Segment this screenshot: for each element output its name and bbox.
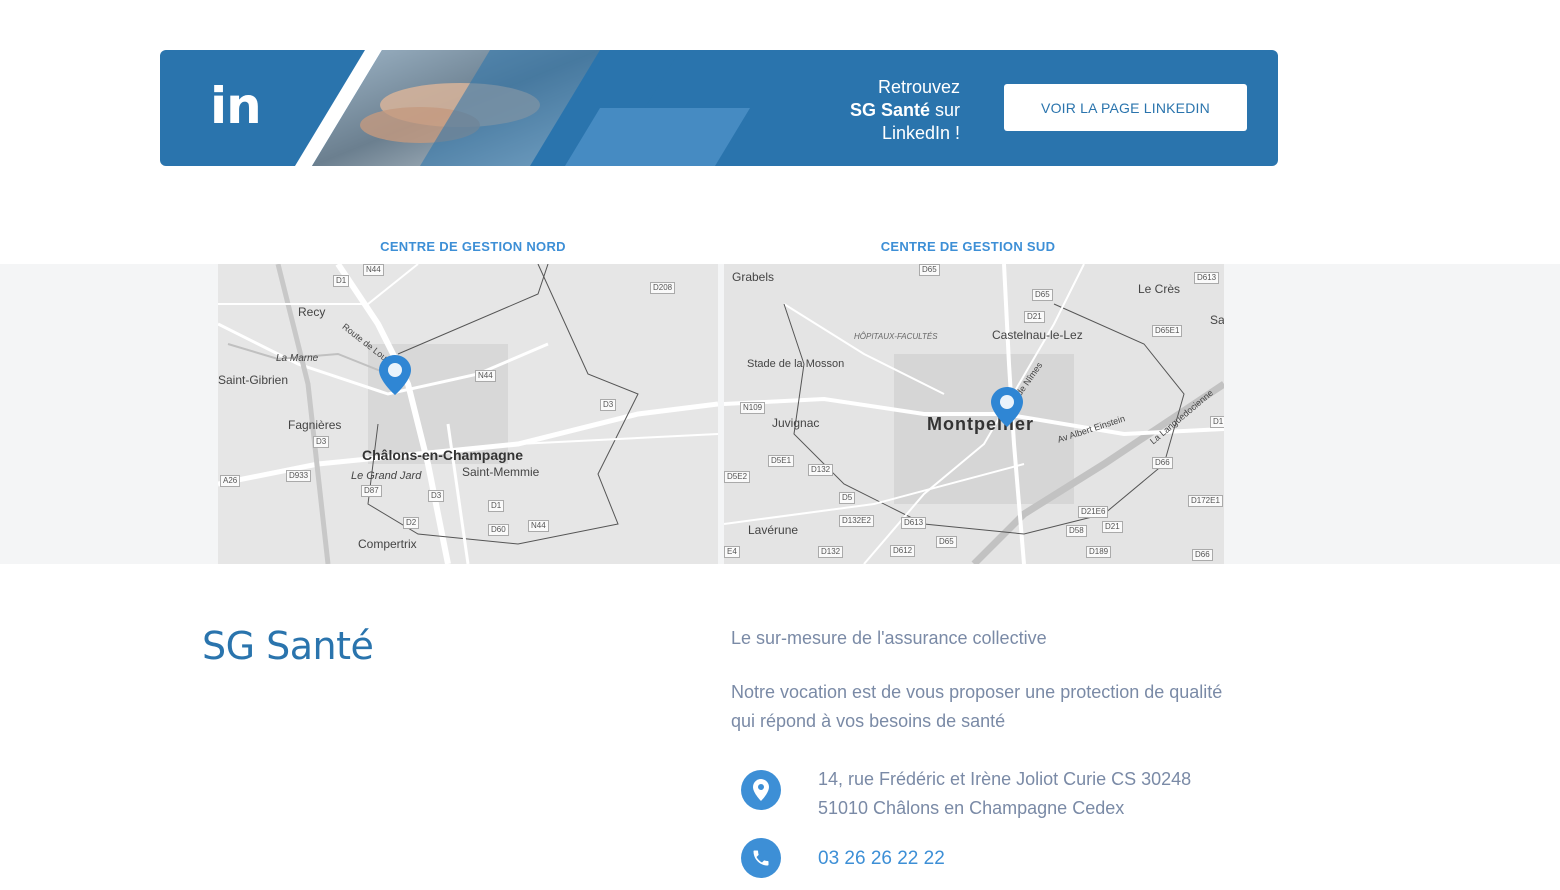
road-label: E4 — [724, 546, 740, 558]
address-line1: 14, rue Frédéric et Irène Joliot Curie C… — [818, 769, 1192, 789]
map-place-label: Saint-Gibrien — [218, 373, 289, 387]
map-nord-roads — [218, 264, 718, 564]
road-label: D612 — [890, 545, 916, 557]
map-district-label: HÔPITAUX-FACULTÉS — [854, 332, 938, 341]
road-label: D613 — [1194, 272, 1220, 284]
banner-text-line2: SG Santé sur — [850, 99, 960, 122]
road-label: N44 — [363, 264, 384, 276]
road-label: D2 — [403, 517, 420, 529]
road-label: D1 — [488, 500, 505, 512]
road-label: A26 — [220, 475, 241, 487]
map-place-label: Grabels — [732, 270, 775, 284]
centre-nord-title: CENTRE DE GESTION NORD — [380, 239, 566, 254]
map-place-label: Compertrix — [358, 537, 417, 551]
location-pin-icon — [741, 770, 781, 810]
map-place-label: La Marne — [276, 353, 319, 364]
linkedin-banner-text: Retrouvez SG Santé sur LinkedIn ! — [850, 76, 960, 145]
map-place-label: Fagnières — [288, 418, 342, 432]
tagline: Le sur-mesure de l'assurance collective — [731, 628, 1047, 648]
map-place-label: Lavérune — [748, 523, 799, 537]
road-label: D172E1 — [1188, 495, 1223, 507]
banner-text-sur: sur — [929, 100, 960, 120]
map-pin-icon[interactable] — [379, 355, 411, 395]
map-pin-icon[interactable] — [991, 387, 1023, 427]
road-label: D208 — [650, 282, 676, 294]
road-label: D87 — [361, 485, 382, 497]
phone-icon — [741, 838, 781, 878]
map-place-label: Stade de la Mosson — [747, 358, 845, 370]
brand-title: SG Santé — [202, 624, 374, 668]
address-line2: 51010 Châlons en Champagne Cedex — [818, 798, 1125, 818]
banner-text-line1: Retrouvez — [877, 77, 960, 97]
road-label: D3 — [313, 436, 330, 448]
road-label: D5E1 — [768, 455, 795, 467]
map-place-label: Saint-Memmie — [462, 465, 540, 479]
vocation-text: Notre vocation est de vous proposer une … — [731, 682, 1223, 731]
road-label: D65E1 — [1152, 325, 1183, 337]
map-place-label: Le Crès — [1138, 282, 1181, 296]
road-label: D3 — [428, 490, 445, 502]
road-label: D60 — [488, 524, 509, 536]
road-label: D613 — [901, 517, 927, 529]
map-place-label: Juvignac — [772, 416, 820, 430]
linkedin-icon: in — [210, 77, 262, 135]
road-label: D5 — [839, 492, 856, 504]
road-label: D65 — [936, 536, 957, 548]
road-label: D66 — [1192, 549, 1213, 561]
banner-brand: SG Santé — [849, 100, 930, 120]
road-label: D1 — [1210, 416, 1224, 428]
road-label: D21E6 — [1078, 506, 1109, 518]
road-label: D933 — [286, 470, 312, 482]
map-sud[interactable]: D65 D613 D65 D21 D65E1 N109 D1 D5E1 D132… — [724, 264, 1224, 564]
road-label: D21 — [1102, 521, 1123, 533]
road-label: D189 — [1086, 546, 1112, 558]
road-label: D58 — [1066, 525, 1087, 537]
map-nord[interactable]: N44 D1 D208 N44 D3 D3 A26 D933 D87 D3 D1… — [218, 264, 718, 564]
road-label: D5E2 — [724, 471, 751, 483]
road-label: D65 — [919, 264, 940, 276]
road-label: D132 — [808, 464, 834, 476]
banner-text-line3: LinkedIn ! — [881, 123, 960, 143]
road-label: N44 — [528, 520, 549, 532]
road-label: D3 — [600, 399, 617, 411]
road-label: D132E2 — [839, 515, 874, 527]
map-city-label: Châlons-en-Champagne — [362, 447, 524, 463]
address: 14, rue Frédéric et Irène Joliot Curie C… — [818, 765, 1191, 823]
road-label: D66 — [1152, 457, 1173, 469]
centre-sud-title: CENTRE DE GESTION SUD — [880, 239, 1056, 254]
phone-link[interactable]: 03 26 26 22 22 — [818, 848, 945, 870]
view-linkedin-page-button[interactable]: VOIR LA PAGE LINKEDIN — [1004, 84, 1247, 131]
map-place-label: Sa — [1210, 313, 1224, 327]
road-label: D21 — [1024, 311, 1045, 323]
road-label: N109 — [740, 402, 766, 414]
road-label: D132 — [818, 546, 844, 558]
map-place-label: Le Grand Jard — [351, 470, 422, 482]
road-label: D1 — [333, 275, 350, 287]
road-label: D65 — [1032, 289, 1053, 301]
linkedin-banner: in Retrouvez SG Santé sur LinkedIn ! VOI… — [160, 50, 1278, 166]
road-label: N44 — [475, 370, 496, 382]
map-place-label: Recy — [298, 305, 326, 319]
map-place-label: Castelnau-le-Lez — [992, 328, 1083, 342]
